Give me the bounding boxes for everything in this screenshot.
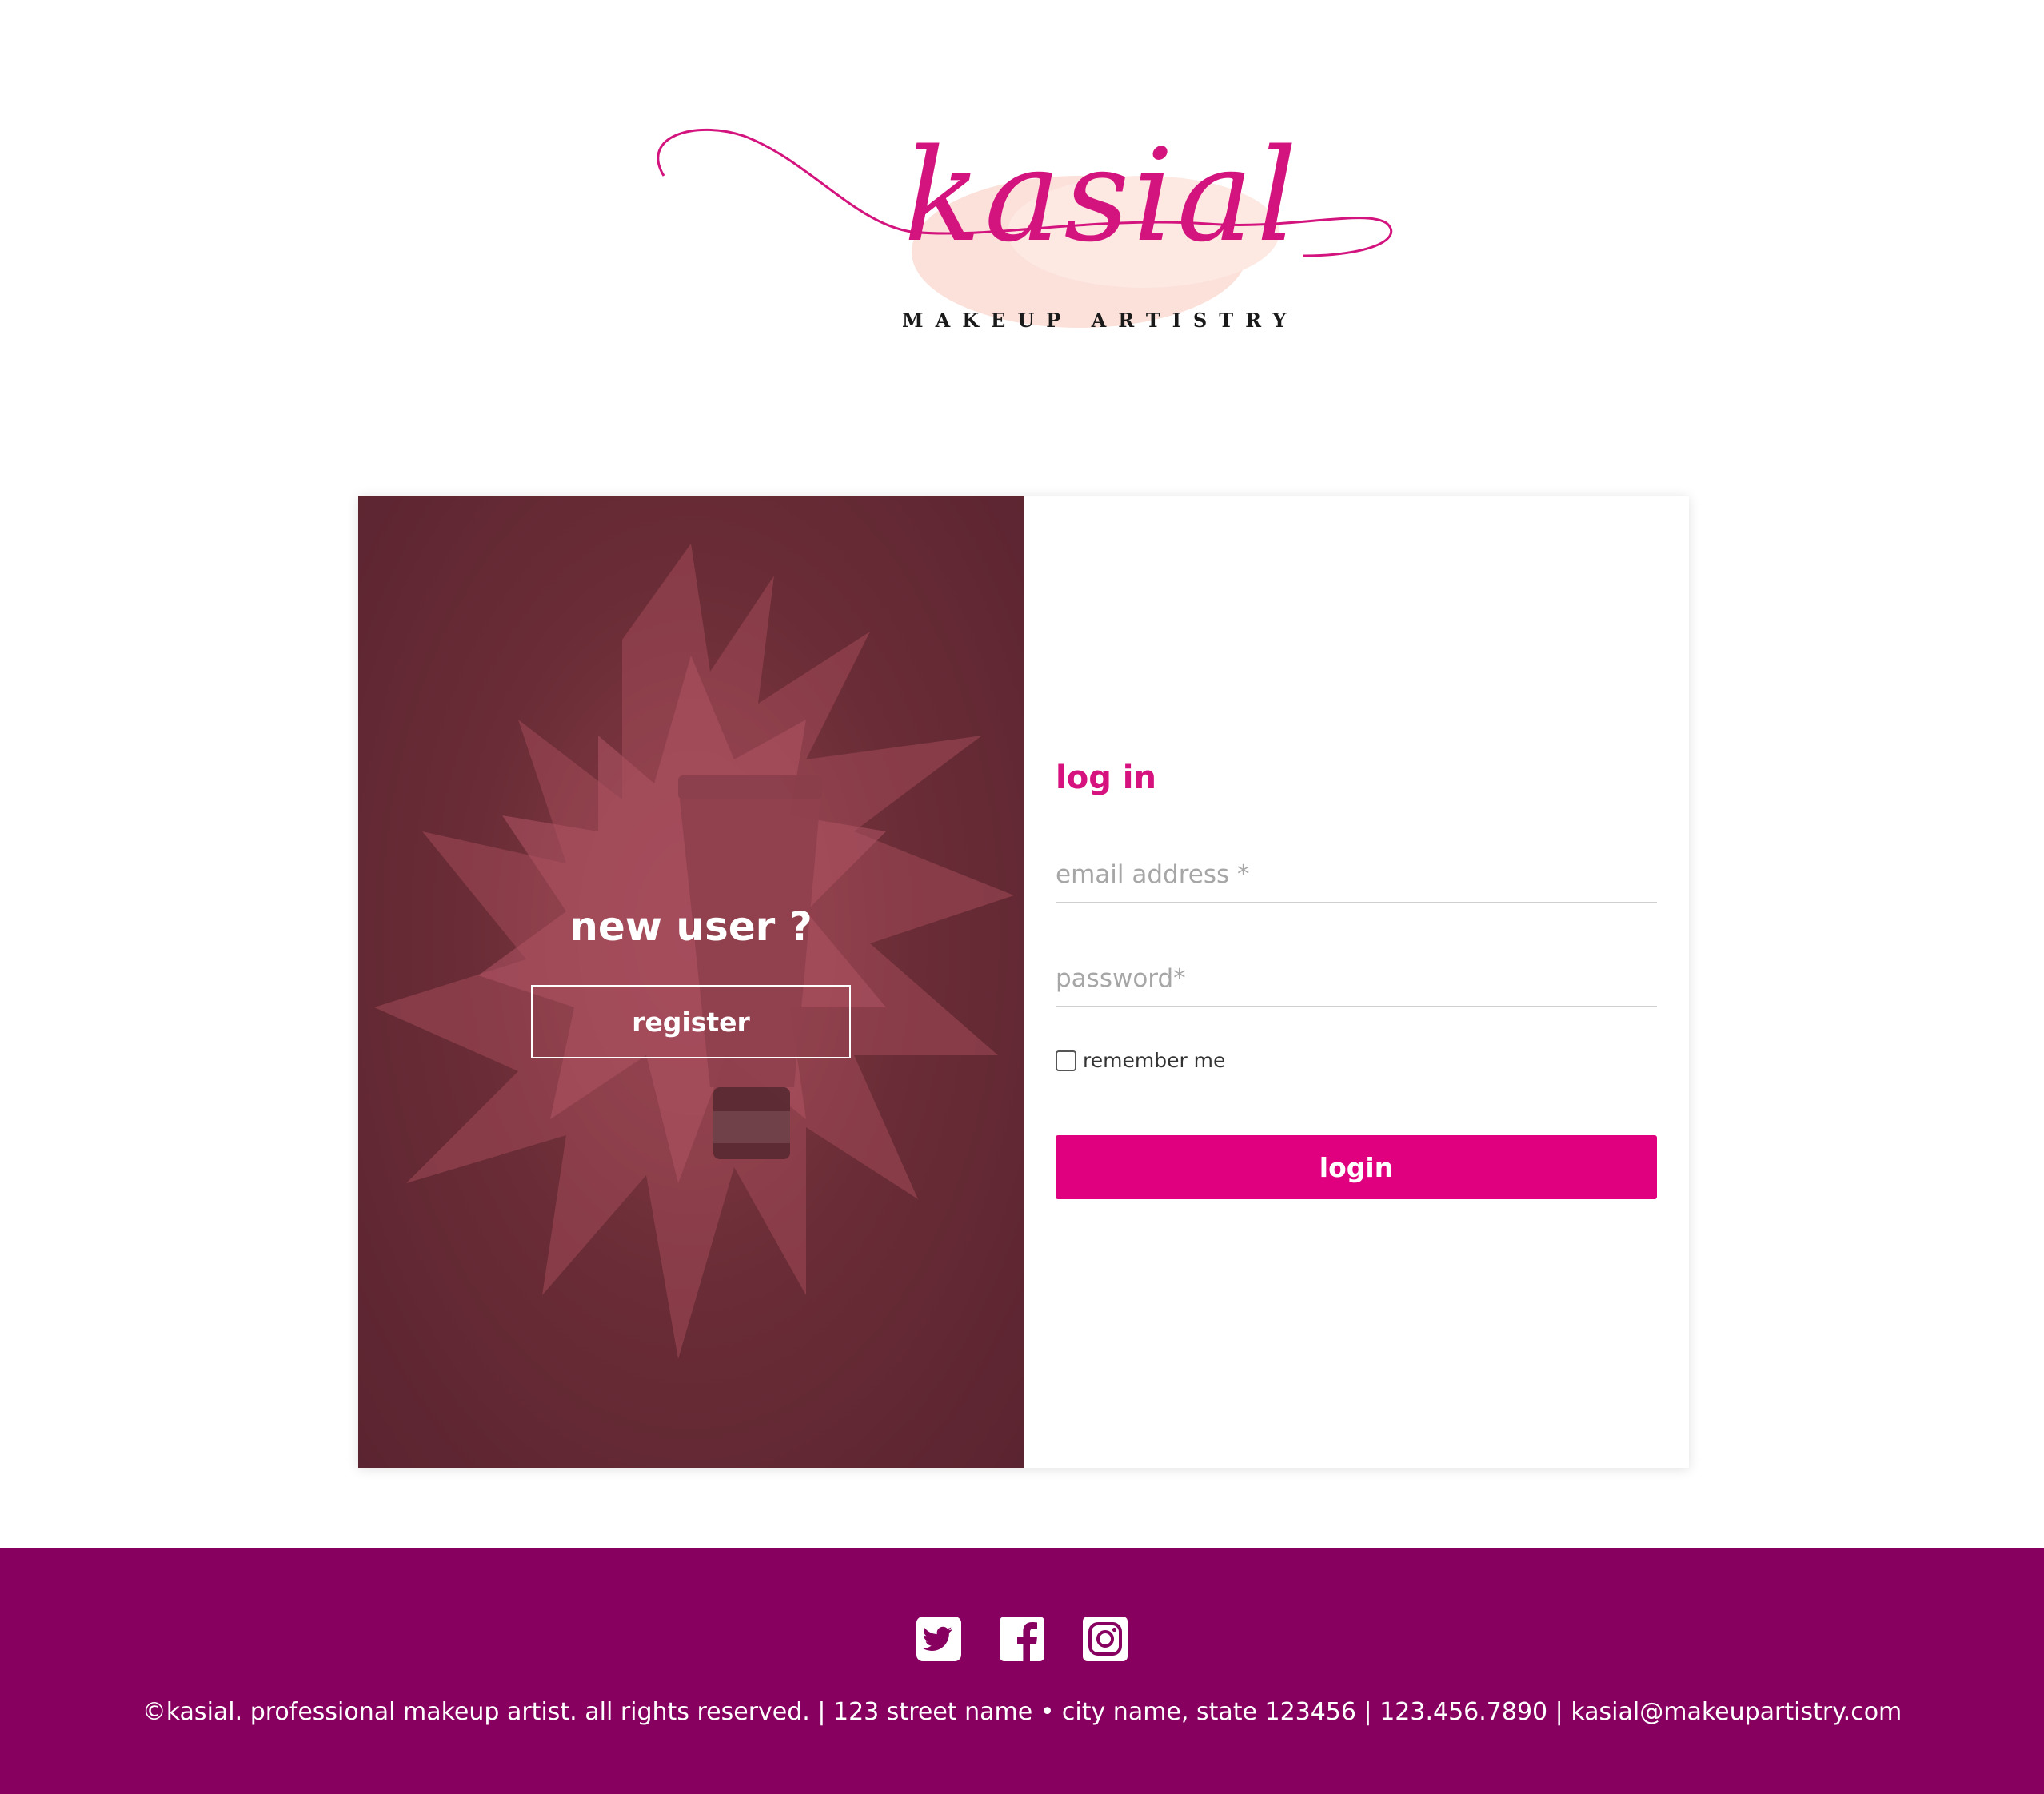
instagram-icon[interactable] — [1083, 1617, 1128, 1661]
brand-tagline: MAKEUP ARTISTRY — [902, 309, 1299, 332]
brand-logo[interactable]: kasial MAKEUP ARTISTRY — [648, 120, 1399, 384]
social-links — [0, 1617, 2044, 1661]
promo-panel: new user ? register — [358, 496, 1024, 1468]
twitter-icon[interactable] — [916, 1617, 961, 1661]
new-user-heading: new user ? — [569, 903, 812, 950]
register-button[interactable]: register — [531, 985, 851, 1058]
password-field[interactable] — [1056, 951, 1657, 1007]
login-page: kasial MAKEUP ARTISTRY new user ? regist… — [0, 0, 2044, 1794]
remember-me-checkbox[interactable] — [1056, 1050, 1076, 1071]
product-splash-image — [374, 544, 1014, 1359]
login-button[interactable]: login — [1056, 1135, 1657, 1199]
auth-card: new user ? register log in remember me l… — [358, 496, 1689, 1468]
footer: ©kasial. professional makeup artist. all… — [0, 1548, 2044, 1794]
footer-copyright: ©kasial. professional makeup artist. all… — [142, 1698, 1902, 1726]
login-form: log in remember me login — [1024, 496, 1689, 1468]
brand-name: kasial — [904, 121, 1301, 270]
login-heading: log in — [1056, 759, 1156, 796]
remember-me-row[interactable]: remember me — [1056, 1049, 1225, 1072]
remember-me-label: remember me — [1083, 1049, 1226, 1072]
facebook-icon[interactable] — [1000, 1617, 1044, 1661]
email-field[interactable] — [1056, 847, 1657, 903]
